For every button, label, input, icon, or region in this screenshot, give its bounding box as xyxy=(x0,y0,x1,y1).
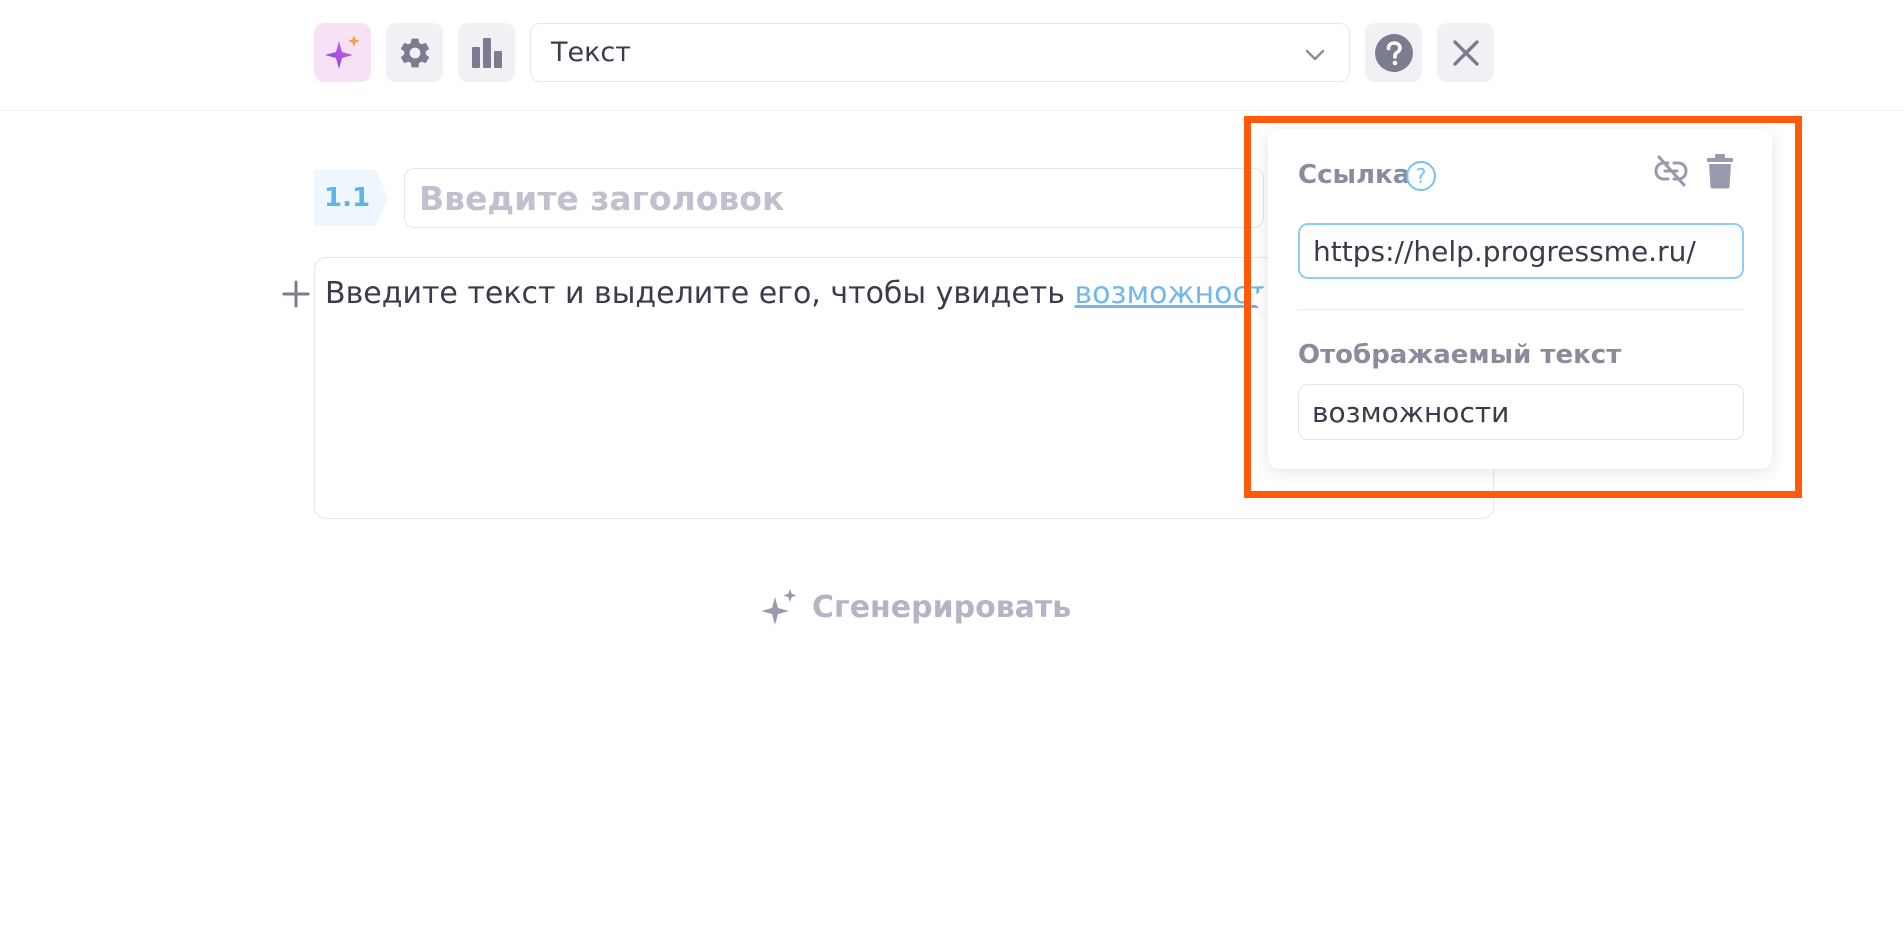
sparkle-icon xyxy=(761,589,797,625)
chevron-down-icon xyxy=(1305,49,1325,61)
highlight-frame xyxy=(1244,116,1802,498)
editor-page: Текст 1.1 Введите заголовок Введите текс… xyxy=(0,0,1904,942)
bar-chart-icon xyxy=(471,37,502,68)
plus-icon xyxy=(282,280,310,308)
text-content[interactable]: Введите текст и выделите его, чтобы увид… xyxy=(325,276,1295,311)
close-icon xyxy=(1452,39,1479,66)
toolbar: Текст xyxy=(0,0,1904,111)
gear-icon xyxy=(400,38,429,67)
statistics-button[interactable] xyxy=(458,23,515,82)
section-title-input[interactable]: Введите заголовок xyxy=(404,168,1264,228)
help-button[interactable] xyxy=(1365,23,1422,82)
sparkle-icon xyxy=(324,34,360,69)
close-button[interactable] xyxy=(1437,23,1494,82)
block-type-select[interactable]: Текст xyxy=(530,23,1350,82)
block-type-value: Текст xyxy=(551,37,631,68)
settings-button[interactable] xyxy=(386,23,443,82)
generate-label: Сгенерировать xyxy=(812,589,1072,625)
section-title-placeholder: Введите заголовок xyxy=(419,178,785,218)
question-circle-icon xyxy=(1374,33,1413,72)
generate-button[interactable]: Сгенерировать xyxy=(760,585,1071,629)
add-block-button[interactable] xyxy=(280,278,312,310)
text-before-link: Введите текст и выделите его, чтобы увид… xyxy=(325,276,1075,311)
ai-button[interactable] xyxy=(314,23,371,82)
section-number-badge: 1.1 xyxy=(314,170,388,226)
